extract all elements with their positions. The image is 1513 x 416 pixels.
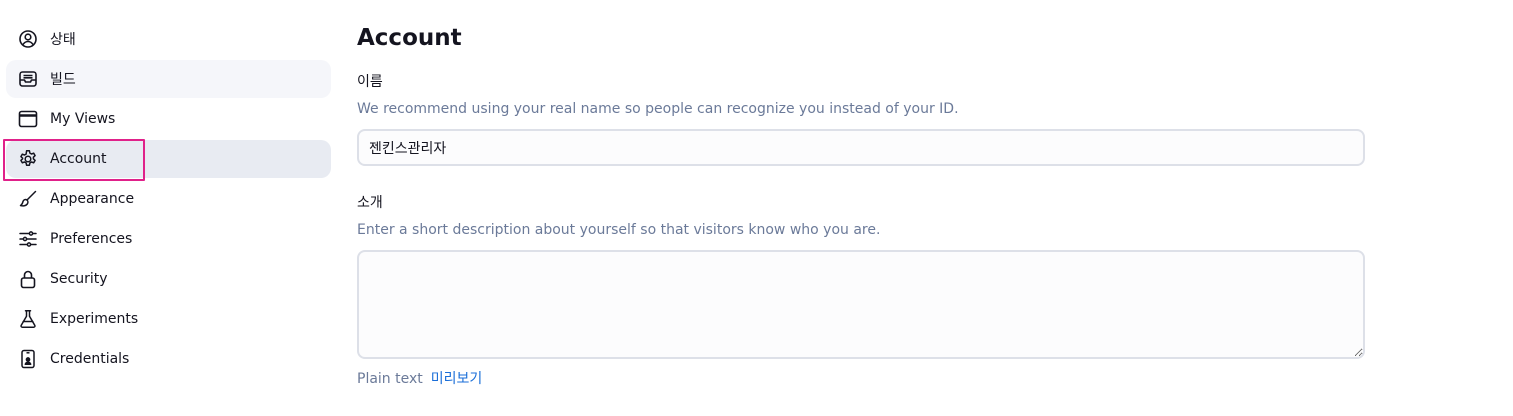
sidebar-item-account[interactable]: Account — [6, 140, 331, 178]
sidebar-item-label: 상태 — [50, 32, 76, 48]
inbox-icon — [18, 69, 38, 89]
sidebar: 상태 빌드 My Views Account Appearance Prefer… — [0, 20, 340, 380]
sidebar-item-label: Appearance — [50, 191, 135, 207]
name-label: 이름 — [357, 74, 383, 90]
user-circle-icon — [18, 29, 38, 49]
sidebar-item-appearance[interactable]: Appearance — [6, 180, 331, 218]
sliders-icon — [18, 229, 38, 249]
name-input[interactable] — [357, 129, 1365, 166]
sidebar-item-label: Security — [50, 271, 108, 287]
sidebar-item-security[interactable]: Security — [6, 260, 331, 298]
brush-icon — [18, 189, 38, 209]
page-title: Account — [357, 25, 462, 51]
sidebar-item-builds[interactable]: 빌드 — [6, 60, 331, 98]
gear-icon — [18, 149, 38, 169]
account-form: Account 이름 We recommend using your real … — [357, 20, 1367, 389]
sidebar-item-experiments[interactable]: Experiments — [6, 300, 331, 338]
preview-link[interactable]: 미리보기 — [431, 369, 483, 389]
sidebar-item-credentials[interactable]: Credentials — [6, 340, 331, 378]
sidebar-item-label: Experiments — [50, 311, 139, 327]
lock-icon — [18, 269, 38, 289]
bio-description: Enter a short description about yourself… — [357, 222, 881, 238]
flask-icon — [18, 309, 38, 329]
format-label: Plain text — [357, 371, 423, 387]
sidebar-item-label: Credentials — [50, 351, 130, 367]
bio-label: 소개 — [357, 195, 383, 211]
sidebar-item-my-views[interactable]: My Views — [6, 100, 331, 138]
window-icon — [18, 109, 38, 129]
sidebar-item-label: 빌드 — [50, 72, 76, 88]
sidebar-item-status[interactable]: 상태 — [6, 20, 331, 58]
sidebar-item-preferences[interactable]: Preferences — [6, 220, 331, 258]
phone-id-icon — [18, 349, 38, 369]
name-description: We recommend using your real name so peo… — [357, 101, 959, 117]
sidebar-item-label: Account — [50, 151, 107, 167]
sidebar-item-label: Preferences — [50, 231, 133, 247]
bio-textarea[interactable] — [357, 250, 1365, 359]
sidebar-item-label: My Views — [50, 111, 116, 127]
